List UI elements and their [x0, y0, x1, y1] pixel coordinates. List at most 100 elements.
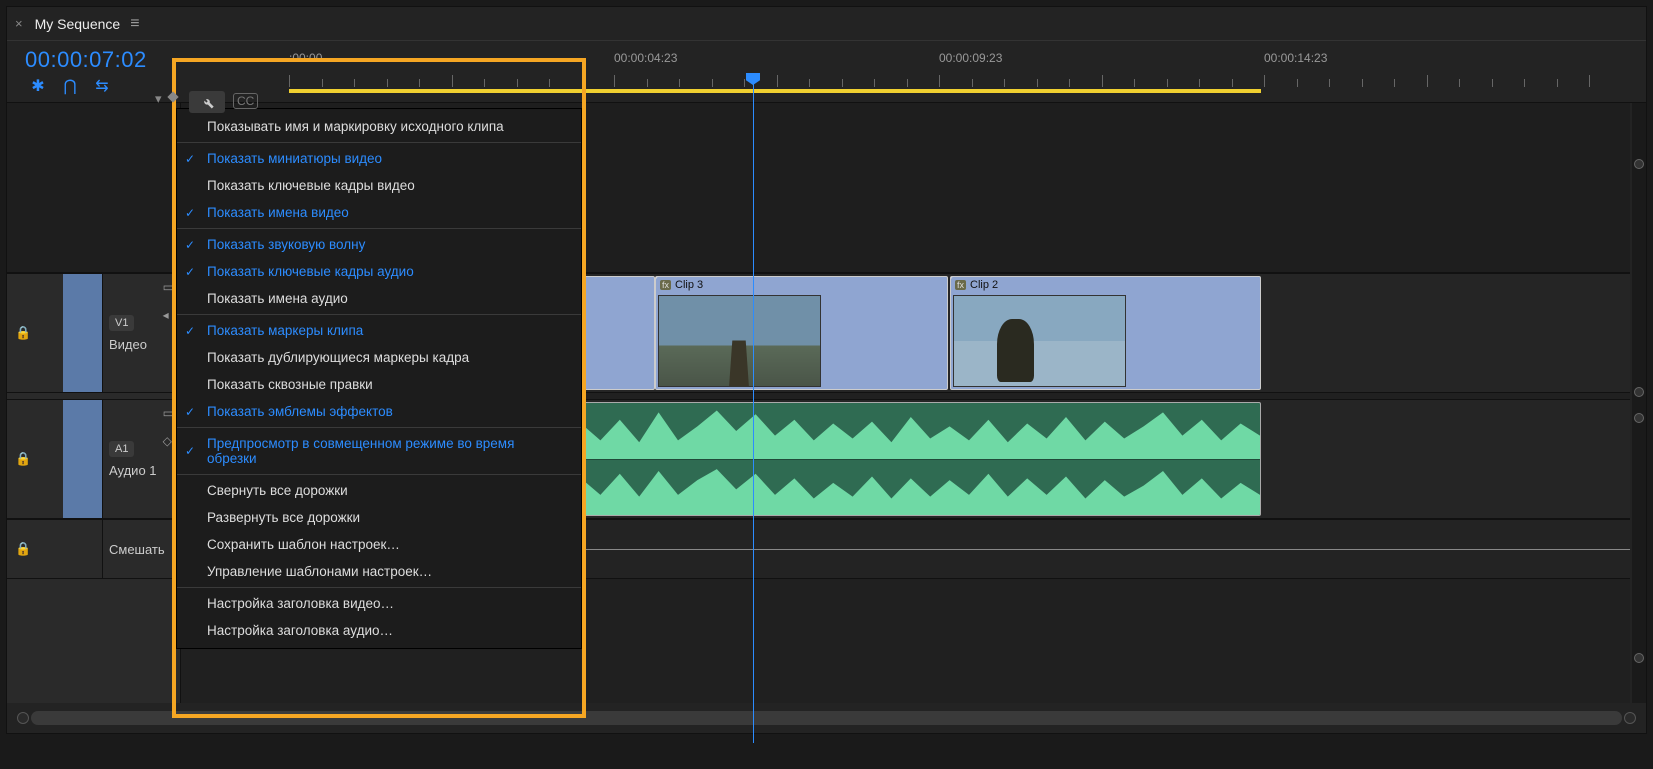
menu-item-label: Показать ключевые кадры аудио: [207, 264, 414, 279]
track-header-v1[interactable]: 🔒 V1 Видео ▭ ◂: [7, 273, 180, 393]
menu-separator: [177, 474, 581, 475]
lock-icon[interactable]: 🔒: [15, 451, 31, 467]
menu-item-label: Показать дублирующиеся маркеры кадра: [207, 350, 469, 365]
menu-item[interactable]: Показывать имя и маркировку исходного кл…: [177, 113, 581, 140]
track-headers: 🔒 V1 Видео ▭ ◂ 🔒 A1: [7, 103, 181, 703]
captions-icon[interactable]: CC: [233, 93, 258, 109]
clip-label: Clip 3: [675, 279, 703, 291]
menu-item[interactable]: ✓Показать эмблемы эффектов: [177, 398, 581, 425]
work-area-bar[interactable]: [289, 89, 1261, 93]
check-icon: ✓: [185, 265, 195, 279]
lock-icon[interactable]: 🔒: [15, 541, 31, 557]
edit-point-icon[interactable]: [655, 276, 662, 279]
track-header-a1[interactable]: 🔒 A1 Аудио 1 ▭ ◇: [7, 399, 180, 519]
ruler-label: 00:00:09:23: [939, 51, 1002, 65]
menu-item[interactable]: Показать сквозные правки: [177, 371, 581, 398]
close-icon[interactable]: ×: [15, 16, 23, 31]
menu-separator: [177, 142, 581, 143]
track-source-v1[interactable]: [63, 274, 103, 392]
snap-icon[interactable]: ✱: [29, 77, 47, 95]
menu-separator: [177, 587, 581, 588]
menu-item-label: Свернуть все дорожки: [207, 483, 348, 498]
timeline-settings-menu: Показывать имя и маркировку исходного кл…: [176, 108, 582, 649]
menu-item-label: Настройка заголовка видео…: [207, 596, 394, 611]
zoom-handle-right-icon[interactable]: [1624, 712, 1636, 724]
scroll-handle-icon[interactable]: [1634, 159, 1644, 169]
zoom-handle-left-icon[interactable]: [17, 712, 29, 724]
keyframe-diamond-icon[interactable]: ◇: [163, 434, 174, 448]
tab-bar: × My Sequence ≡: [7, 7, 1646, 41]
menu-item-label: Управление шаблонами настроек…: [207, 564, 432, 579]
menu-item-label: Показать маркеры клипа: [207, 323, 363, 338]
menu-item-label: Показать имена аудио: [207, 291, 348, 306]
chevron-left-icon[interactable]: ◂: [163, 308, 174, 322]
clip-thumbnail: [953, 295, 1126, 387]
time-ruler[interactable]: :00:0000:00:04:2300:00:09:2300:00:14:23: [181, 41, 1646, 102]
magnet-icon[interactable]: ⋂: [61, 77, 79, 95]
menu-item[interactable]: ✓ Предпросмотр в совмещенном режиме во вр…: [177, 430, 581, 472]
menu-item[interactable]: Показать имена аудио: [177, 285, 581, 312]
menu-item-label: Показать имена видео: [207, 205, 349, 220]
tab-menu-icon[interactable]: ≡: [130, 15, 139, 33]
scroll-handle-icon[interactable]: [1634, 413, 1644, 423]
marker-icon[interactable]: ▾: [155, 91, 162, 107]
check-icon: ✓: [185, 206, 195, 220]
track-name-mix: Смешать: [109, 542, 180, 557]
menu-item[interactable]: ✓Показать маркеры клипа: [177, 317, 581, 344]
check-icon: ✓: [185, 152, 195, 166]
menu-item[interactable]: Настройка заголовка видео…: [177, 590, 581, 617]
ruler-label: 00:00:14:23: [1264, 51, 1327, 65]
menu-item[interactable]: ✓ Показать имена видео: [177, 199, 581, 226]
menu-item[interactable]: Свернуть все дорожки: [177, 477, 581, 504]
menu-item[interactable]: Развернуть все дорожки: [177, 504, 581, 531]
track-source-mix[interactable]: [63, 520, 103, 578]
menu-item-label: Предпросмотр в совмещенном режиме во вре…: [207, 436, 567, 466]
edit-point-icon[interactable]: [950, 276, 957, 279]
wrench-icon: [199, 94, 215, 110]
track-id-a1: A1: [109, 441, 134, 457]
ruler-label: :00:00: [289, 51, 322, 65]
track-output-icon[interactable]: ▭: [163, 280, 174, 294]
menu-item-label: Показать звуковую волну: [207, 237, 365, 252]
check-icon: ✓: [185, 238, 195, 252]
menu-item[interactable]: Управление шаблонами настроек…: [177, 558, 581, 585]
fx-badge-icon: fx: [955, 280, 966, 290]
menu-item[interactable]: ✓ Показать ключевые кадры аудио: [177, 258, 581, 285]
playhead[interactable]: [753, 83, 754, 743]
track-header-mix[interactable]: 🔒 Смешать: [7, 519, 180, 579]
fx-badge-icon: fx: [660, 280, 671, 290]
menu-item-label: Показать ключевые кадры видео: [207, 178, 415, 193]
lock-icon[interactable]: 🔒: [15, 325, 31, 341]
track-source-a1[interactable]: [63, 400, 103, 518]
menu-item[interactable]: ✓ Показать звуковую волну: [177, 231, 581, 258]
menu-item[interactable]: Показать ключевые кадры видео: [177, 172, 581, 199]
menu-item[interactable]: Сохранить шаблон настроек…: [177, 531, 581, 558]
timeline-settings-button[interactable]: [189, 91, 225, 113]
menu-item-label: Развернуть все дорожки: [207, 510, 360, 525]
menu-item-label: Сохранить шаблон настроек…: [207, 537, 400, 552]
track-name-v1: Видео: [109, 337, 180, 352]
vertical-scroll[interactable]: [1632, 103, 1646, 703]
menu-separator: [177, 314, 581, 315]
menu-item[interactable]: ✓ Показать миниатюры видео: [177, 145, 581, 172]
scroll-handle-icon[interactable]: [1634, 387, 1644, 397]
sequence-tab-title[interactable]: My Sequence: [35, 16, 121, 32]
menu-separator: [177, 427, 581, 428]
track-id-v1: V1: [109, 315, 134, 331]
scroll-handle-icon[interactable]: [1634, 653, 1644, 663]
menu-item-label: Показать сквозные правки: [207, 377, 373, 392]
menu-item[interactable]: Настройка заголовка аудио…: [177, 617, 581, 644]
scroll-thumb[interactable]: [31, 711, 1622, 725]
video-clip-3[interactable]: fx Clip 3: [655, 276, 948, 390]
check-icon: ✓: [185, 444, 195, 458]
video-clip-2[interactable]: fx Clip 2: [950, 276, 1261, 390]
link-icon[interactable]: ⇆: [93, 77, 111, 95]
horizontal-scroll[interactable]: [15, 711, 1638, 725]
menu-item-label: Настройка заголовка аудио…: [207, 623, 393, 638]
track-output-icon[interactable]: ▭: [163, 406, 174, 420]
menu-item[interactable]: Показать дублирующиеся маркеры кадра: [177, 344, 581, 371]
menu-separator: [177, 228, 581, 229]
current-timecode[interactable]: 00:00:07:02: [25, 47, 181, 73]
menu-item-label: Показать миниатюры видео: [207, 151, 382, 166]
menu-item-label: Показать эмблемы эффектов: [207, 404, 393, 419]
